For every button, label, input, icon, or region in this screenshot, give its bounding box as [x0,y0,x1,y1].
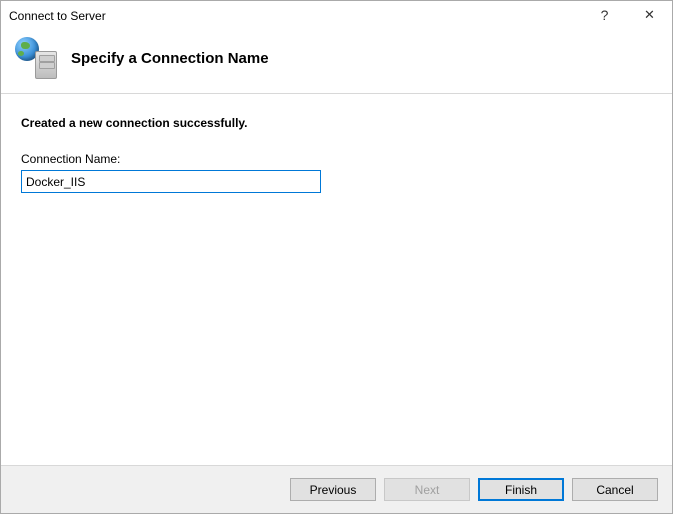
cancel-button[interactable]: Cancel [572,478,658,501]
close-button[interactable]: ✕ [627,1,672,31]
wizard-header: Specify a Connection Name [1,31,672,94]
previous-button[interactable]: Previous [290,478,376,501]
status-text: Created a new connection successfully. [21,116,652,130]
connection-name-label: Connection Name: [21,152,652,166]
wizard-content: Created a new connection successfully. C… [1,94,672,465]
finish-button[interactable]: Finish [478,478,564,501]
window-title: Connect to Server [9,9,582,23]
server-icon [35,51,57,79]
wizard-footer: Previous Next Finish Cancel [1,465,672,513]
page-title: Specify a Connection Name [71,50,269,67]
next-button: Next [384,478,470,501]
titlebar: Connect to Server ? ✕ [1,1,672,31]
help-button[interactable]: ? [582,1,627,31]
server-globe-icon [15,37,57,79]
connection-name-input[interactable] [21,170,321,193]
